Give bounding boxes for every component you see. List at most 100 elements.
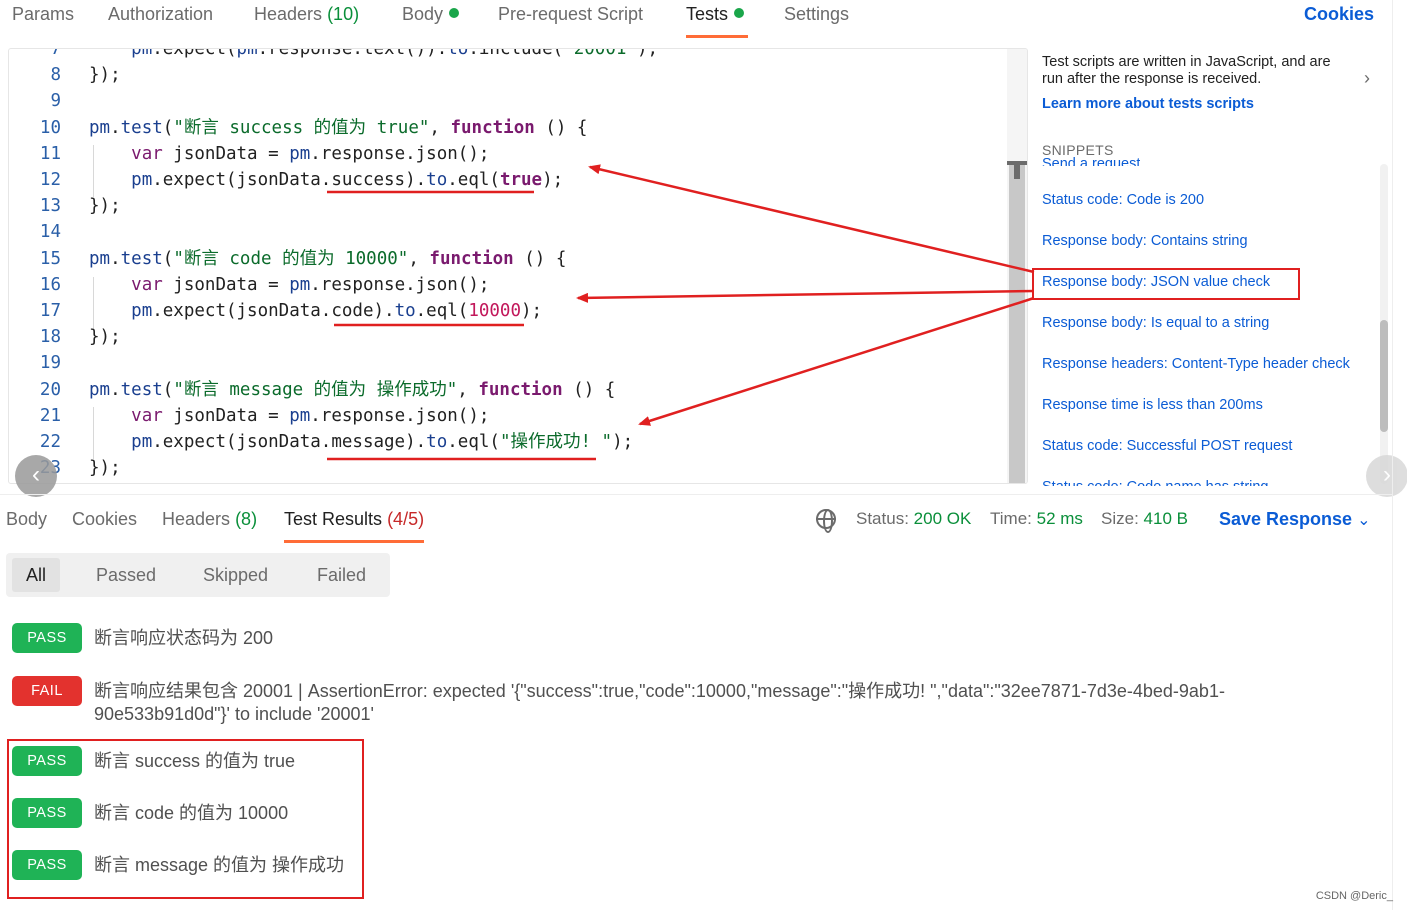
code-text: }); <box>89 458 121 479</box>
editor-scrollbar-cap <box>1014 165 1020 179</box>
test-script-editor[interactable]: 7 pm.expect(pm.response.text()).to.inclu… <box>8 48 1028 484</box>
test-result-text: 断言响应状态码为 200 <box>94 628 274 648</box>
filter-all[interactable]: All <box>12 558 61 592</box>
line-number: 22 <box>39 432 61 452</box>
tab-headers-label: Headers <box>254 4 323 24</box>
line-number: 19 <box>39 353 61 374</box>
line-number: 12 <box>39 170 61 190</box>
learn-more-link[interactable]: Learn more about tests scripts <box>1042 96 1254 112</box>
tab-test-results-count: (4/5) <box>387 509 425 529</box>
line-number: 9 <box>50 91 61 112</box>
annotation-highlight-box <box>7 739 364 899</box>
tab-response-body-label: Body <box>6 509 48 529</box>
line-number: 21 <box>39 405 61 426</box>
code-text: pm.expect(jsonData.message).to.eql("操作成功… <box>131 432 634 452</box>
panel-divider <box>1392 0 1393 910</box>
tab-headers-count: (10) <box>327 4 360 24</box>
request-tabs: Params Authorization Headers (10) Body P… <box>0 0 1407 46</box>
code-text: pm.test("断言 success 的值为 true", function … <box>89 117 588 138</box>
tab-response-headers-label: Headers <box>162 509 231 529</box>
line-number: 13 <box>39 196 61 217</box>
time-meta: Time: 52 ms <box>990 509 1083 529</box>
code-text: var jsonData = pm.response.json(); <box>131 274 490 295</box>
filter-passed[interactable]: Passed <box>82 558 170 592</box>
status-label: Status: <box>856 509 909 528</box>
code-text: pm.expect(pm.response.text()).to.include… <box>131 48 659 59</box>
code-text: pm.test("断言 code 的值为 10000", function ()… <box>89 248 567 269</box>
tab-test-results[interactable]: Test Results (4/5) <box>284 509 425 543</box>
code-text: var jsonData = pm.response.json(); <box>131 405 490 426</box>
chevron-down-icon: ⌄ <box>1357 512 1371 529</box>
tab-response-cookies-label: Cookies <box>72 509 138 529</box>
code-text: }); <box>89 327 121 348</box>
tab-settings[interactable]: Settings <box>784 4 849 25</box>
filter-skipped[interactable]: Skipped <box>189 558 282 592</box>
line-number: 14 <box>39 222 61 243</box>
tab-response-body[interactable]: Body <box>6 509 47 530</box>
snippet-item[interactable]: Response time is less than 200ms <box>1042 397 1263 413</box>
snippets-panel: Test scripts are written in JavaScript, … <box>1030 46 1392 486</box>
save-response-label: Save Response <box>1219 509 1353 529</box>
chevron-right-icon[interactable]: › <box>1366 455 1407 497</box>
tab-response-headers[interactable]: Headers (8) <box>162 509 257 530</box>
tab-tests[interactable]: Tests <box>686 4 749 38</box>
status-meta: Status: 200 OK <box>856 509 971 529</box>
snippet-item[interactable]: Response body: Is equal to a string <box>1042 315 1269 331</box>
line-number: 10 <box>39 117 61 138</box>
code-text: pm.expect(jsonData.success).to.eql(true)… <box>131 170 564 190</box>
size-label: Size: <box>1101 509 1139 528</box>
code-text: }); <box>89 196 121 217</box>
save-response-button[interactable]: Save Response ⌄ <box>1219 509 1371 530</box>
tests-description: Test scripts are written in JavaScript, … <box>1042 54 1331 87</box>
tab-response-headers-count: (8) <box>235 509 258 529</box>
editor-scrollbar-thumb[interactable] <box>1009 161 1025 483</box>
snippets-scrollbar-thumb[interactable] <box>1380 320 1388 432</box>
tab-body-label: Body <box>402 4 444 24</box>
tab-params-label: Params <box>12 4 75 24</box>
code-text: }); <box>89 65 121 86</box>
snippet-item[interactable]: Status code: Code is 200 <box>1042 192 1204 208</box>
cookies-link[interactable]: Cookies <box>1304 4 1374 25</box>
snippet-item[interactable]: Send a request <box>1042 156 1140 166</box>
tab-prerequest-script[interactable]: Pre-request Script <box>498 4 643 25</box>
chevron-right-icon[interactable]: › <box>1364 68 1370 89</box>
status-value: 200 OK <box>913 509 972 528</box>
snippet-item[interactable]: Status code: Code name has string <box>1042 479 1269 486</box>
snippet-item[interactable]: Response headers: Content-Type header ch… <box>1042 356 1350 372</box>
tab-params[interactable]: Params <box>12 4 74 25</box>
time-label: Time: <box>990 509 1032 528</box>
chevron-left-icon[interactable]: ‹ <box>15 455 57 497</box>
status-badge: FAIL <box>12 676 82 706</box>
tab-body[interactable]: Body <box>402 4 460 25</box>
filter-failed[interactable]: Failed <box>303 558 380 592</box>
tab-response-cookies[interactable]: Cookies <box>72 509 137 530</box>
line-number: 17 <box>39 301 61 321</box>
size-value: 410 B <box>1143 509 1188 528</box>
code-text: pm.test("断言 message 的值为 操作成功", function … <box>89 379 616 400</box>
line-number: 18 <box>39 327 61 348</box>
tab-tests-label: Tests <box>686 4 729 24</box>
watermark: CSDN @Deric_ <box>1315 890 1393 902</box>
code-text: var jsonData = pm.response.json(); <box>131 143 490 164</box>
tab-settings-label: Settings <box>784 4 850 24</box>
snippet-item[interactable]: Status code: Successful POST request <box>1042 438 1292 454</box>
globe-icon[interactable] <box>816 509 836 533</box>
tab-prerequest-label: Pre-request Script <box>498 4 644 24</box>
status-badge: PASS <box>12 623 82 653</box>
editor-scrollbar[interactable] <box>1007 49 1027 483</box>
body-indicator-icon <box>449 8 460 18</box>
snippet-item[interactable]: Response body: Contains string <box>1042 233 1248 249</box>
tests-indicator-icon <box>734 8 745 18</box>
test-result-text: 断言响应结果包含 20001 | AssertionError: expecte… <box>94 681 1225 724</box>
response-bar: Body Cookies Headers (8) Test Results (4… <box>0 494 1392 544</box>
line-number: 16 <box>39 274 61 295</box>
annotation-highlight-box <box>1032 268 1300 300</box>
line-number: 20 <box>39 379 61 400</box>
line-number: 15 <box>39 248 61 269</box>
tab-headers[interactable]: Headers (10) <box>254 4 359 25</box>
line-number: 8 <box>50 65 61 86</box>
tab-authorization[interactable]: Authorization <box>108 4 213 25</box>
line-number: 7 <box>50 48 61 59</box>
time-value: 52 ms <box>1036 509 1083 528</box>
tab-test-results-label: Test Results <box>284 509 383 529</box>
